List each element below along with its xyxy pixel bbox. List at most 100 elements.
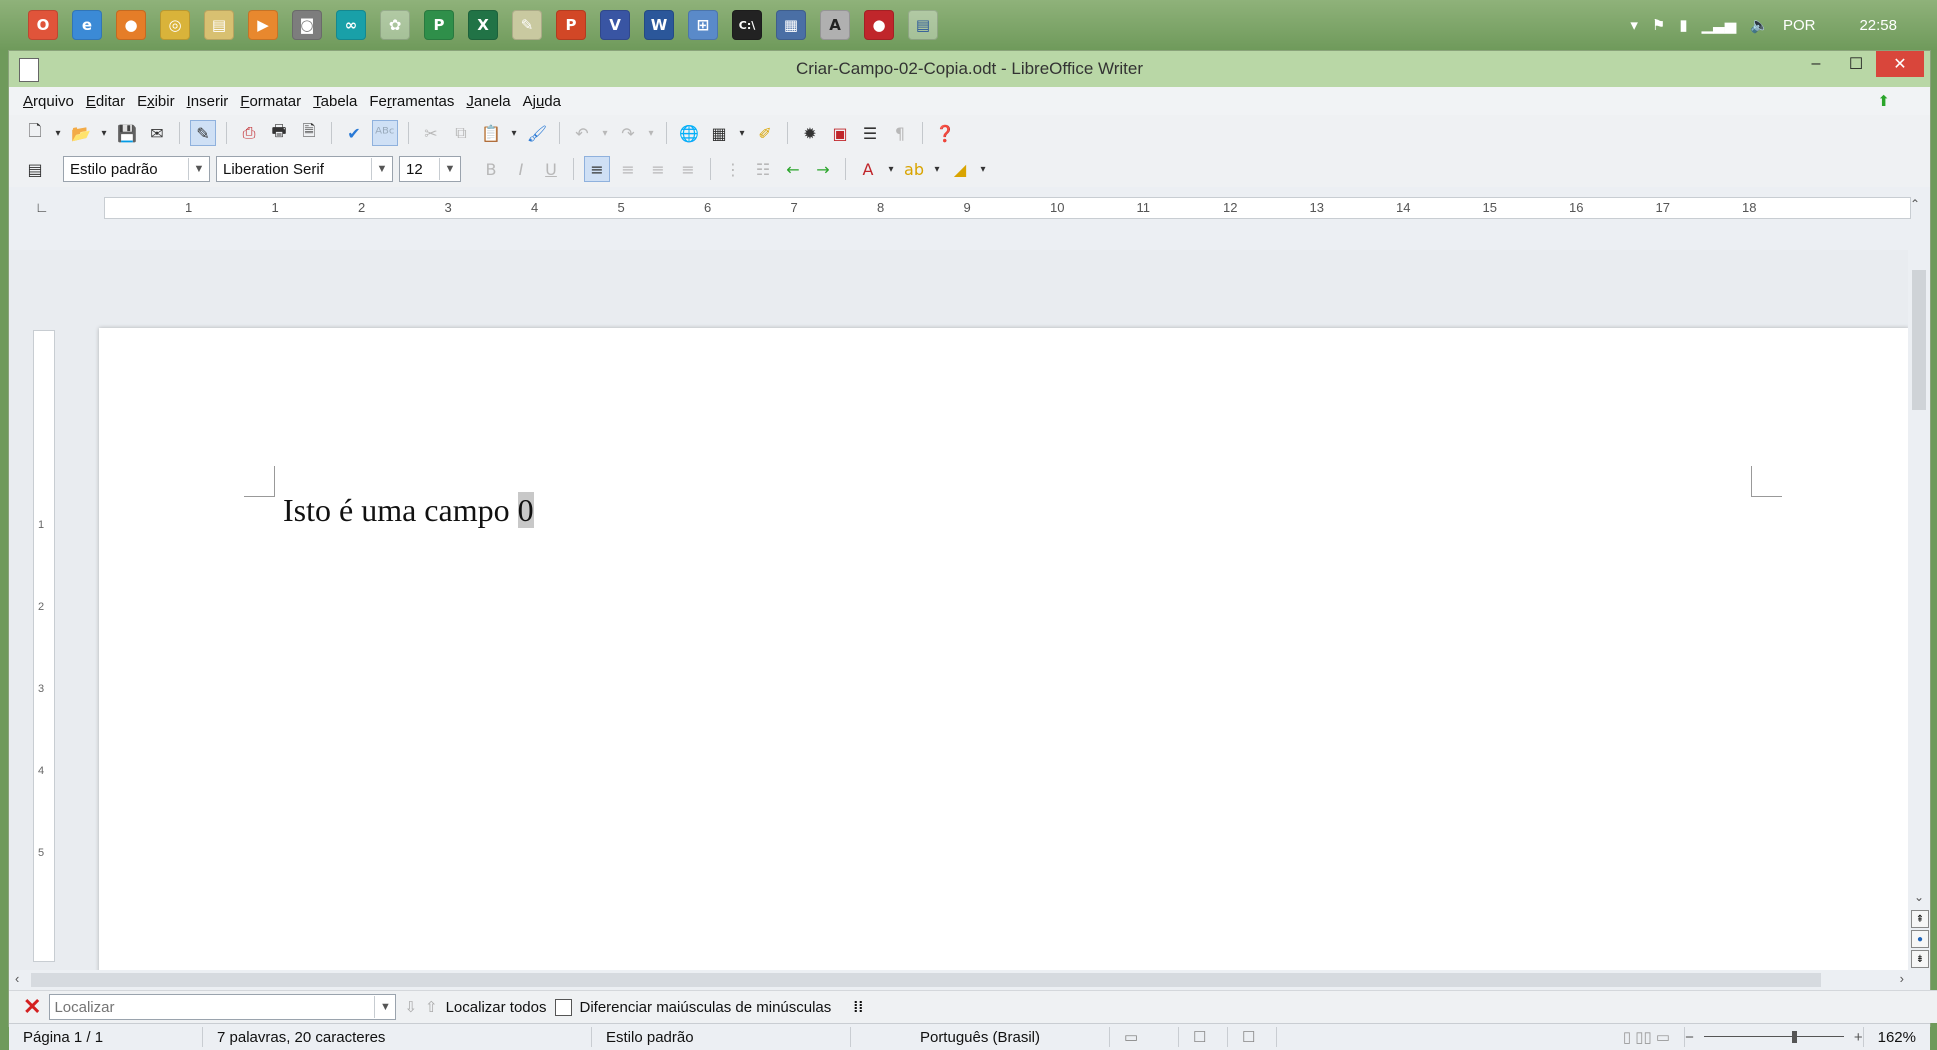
align-left-icon[interactable]: ≡: [584, 156, 610, 182]
redo-icon[interactable]: ↷: [616, 121, 640, 145]
new-document-icon[interactable]: 🗋: [23, 121, 47, 145]
formatting-marks-icon[interactable]: ¶: [888, 121, 912, 145]
vertical-ruler[interactable]: 1 2 3 4 5: [33, 330, 55, 962]
maximize-button[interactable]: ☐: [1836, 51, 1876, 77]
scroll-right-icon[interactable]: ›: [1900, 971, 1904, 986]
help-icon[interactable]: ❓: [933, 121, 957, 145]
document-page[interactable]: Isto é uma campo 0: [99, 328, 1909, 970]
cut-icon[interactable]: ✂: [419, 121, 443, 145]
font-size-select[interactable]: 12 ▼: [399, 156, 461, 182]
ie-icon[interactable]: e: [72, 10, 102, 40]
find-next-icon[interactable]: ⇧: [425, 998, 438, 1016]
chevron-down-icon[interactable]: ▼: [374, 996, 395, 1018]
edit-mode-icon[interactable]: ✎: [190, 120, 216, 146]
horizontal-scrollbar[interactable]: ‹ ›: [9, 970, 1930, 990]
draw-icon[interactable]: ✐: [753, 121, 777, 145]
align-right-icon[interactable]: ≡: [646, 157, 670, 181]
bullets-icon[interactable]: ☷: [751, 157, 775, 181]
find-previous-icon[interactable]: ⇩: [404, 998, 417, 1016]
open-dropdown-icon[interactable]: ▾: [99, 121, 109, 145]
menu-tabela[interactable]: Tabela: [313, 93, 357, 110]
open-icon[interactable]: 📂: [69, 121, 93, 145]
tab-stop-icon[interactable]: ∟: [35, 199, 49, 215]
gallery-icon[interactable]: ▣: [828, 121, 852, 145]
paste-dropdown-icon[interactable]: ▾: [509, 121, 519, 145]
arduino-icon[interactable]: ∞: [336, 10, 366, 40]
chevron-down-icon[interactable]: ▼: [439, 158, 460, 180]
horizontal-ruler[interactable]: 1 1 2 3 4 5 6 7 8 9 10 11 12 13 14 15 16 17 18: [104, 197, 1911, 219]
undo-icon[interactable]: ↶: [570, 121, 594, 145]
copy-icon[interactable]: ⧉: [449, 121, 473, 145]
font-color-dropdown-icon[interactable]: ▾: [886, 157, 896, 181]
layout-icons[interactable]: ▯ ▯▯ ▭: [1609, 1027, 1686, 1047]
zoom-knob[interactable]: [1791, 1031, 1797, 1043]
zoom-level[interactable]: 162%: [1862, 1027, 1930, 1047]
hyperlink-icon[interactable]: 🌐: [677, 121, 701, 145]
menu-formatar[interactable]: Formatar: [240, 93, 301, 110]
signal-icon[interactable]: ▁▃▅: [1702, 16, 1737, 34]
writer-icon[interactable]: ▤: [908, 10, 938, 40]
camera-icon[interactable]: ◙: [292, 10, 322, 40]
find-field[interactable]: ▼: [49, 994, 397, 1020]
notepad-icon[interactable]: ✎: [512, 10, 542, 40]
email-icon[interactable]: ✉: [145, 121, 169, 145]
background-dropdown-icon[interactable]: ▾: [978, 157, 988, 181]
menu-ferramentas[interactable]: Ferramentas: [369, 93, 454, 110]
previous-page-icon[interactable]: ⇞: [1911, 910, 1929, 928]
save-icon[interactable]: 💾: [115, 121, 139, 145]
cmd-icon[interactable]: C:\: [732, 10, 762, 40]
menu-inserir[interactable]: Inserir: [187, 93, 229, 110]
paste-icon[interactable]: 📋: [479, 121, 503, 145]
new-dropdown-icon[interactable]: ▾: [53, 121, 63, 145]
word-count[interactable]: 7 palavras, 20 caracteres: [203, 1027, 592, 1047]
page-count[interactable]: Página 1 / 1: [9, 1027, 203, 1047]
find-all-button[interactable]: Localizar todos: [446, 999, 547, 1016]
data-sources-icon[interactable]: ☰: [858, 121, 882, 145]
align-center-icon[interactable]: ≡: [616, 157, 640, 181]
highlight-dropdown-icon[interactable]: ▾: [932, 157, 942, 181]
update-available-icon[interactable]: ⬆: [1877, 92, 1890, 110]
calculator-icon[interactable]: ▦: [776, 10, 806, 40]
chevron-down-icon[interactable]: ▼: [371, 158, 392, 180]
search-input[interactable]: [50, 997, 375, 1017]
publisher-icon[interactable]: P: [424, 10, 454, 40]
chevron-down-icon[interactable]: ▼: [188, 158, 209, 180]
navigator-icon[interactable]: ✹: [798, 121, 822, 145]
menu-ajuda[interactable]: Ajuda: [523, 93, 561, 110]
firefox-icon[interactable]: ●: [116, 10, 146, 40]
visio-icon[interactable]: V: [600, 10, 630, 40]
battery-icon[interactable]: ▮: [1679, 16, 1687, 34]
opera-icon[interactable]: O: [28, 10, 58, 40]
language-status[interactable]: Português (Brasil): [851, 1027, 1110, 1047]
numbering-icon[interactable]: ⋮: [721, 157, 745, 181]
autospellcheck-icon[interactable]: ᴬᴮᶜ: [372, 120, 398, 146]
print-icon[interactable]: 🖶: [267, 121, 291, 145]
zoom-slider[interactable]: [1694, 1027, 1854, 1047]
navigation-icon[interactable]: ●: [1911, 930, 1929, 948]
bold-icon[interactable]: B: [479, 157, 503, 181]
indent-increase-icon[interactable]: →: [811, 157, 835, 181]
powerpoint-icon[interactable]: P: [556, 10, 586, 40]
underline-icon[interactable]: U: [539, 157, 563, 181]
zoom-in-icon[interactable]: +: [1854, 1029, 1863, 1046]
vertical-scroll-thumb[interactable]: [1912, 270, 1926, 410]
spellcheck-icon[interactable]: ✔: [342, 121, 366, 145]
title-bar[interactable]: Criar-Campo-02-Copia.odt - LibreOffice W…: [9, 51, 1930, 87]
menu-arquivo[interactable]: Arquivo: [23, 93, 74, 110]
undo-dropdown-icon[interactable]: ▾: [600, 121, 610, 145]
scroll-left-icon[interactable]: ‹: [15, 971, 19, 986]
table-dropdown-icon[interactable]: ▾: [737, 121, 747, 145]
indent-decrease-icon[interactable]: ←: [781, 157, 805, 181]
paragraph-style-select[interactable]: Estilo padrão ▼: [63, 156, 210, 182]
redo-dropdown-icon[interactable]: ▾: [646, 121, 656, 145]
acrobat-icon[interactable]: A: [820, 10, 850, 40]
close-button[interactable]: ✕: [1876, 51, 1924, 77]
close-findbar-icon[interactable]: ✕: [23, 994, 41, 1020]
language-indicator[interactable]: POR: [1783, 17, 1816, 34]
menu-janela[interactable]: Janela: [466, 93, 510, 110]
tray-arrow-icon[interactable]: ▾: [1630, 16, 1638, 34]
document-paragraph[interactable]: Isto é uma campo 0: [283, 492, 534, 529]
zoom-out-icon[interactable]: −: [1685, 1029, 1694, 1046]
excel-icon[interactable]: X: [468, 10, 498, 40]
insert-mode-icon[interactable]: ▭: [1110, 1027, 1179, 1047]
